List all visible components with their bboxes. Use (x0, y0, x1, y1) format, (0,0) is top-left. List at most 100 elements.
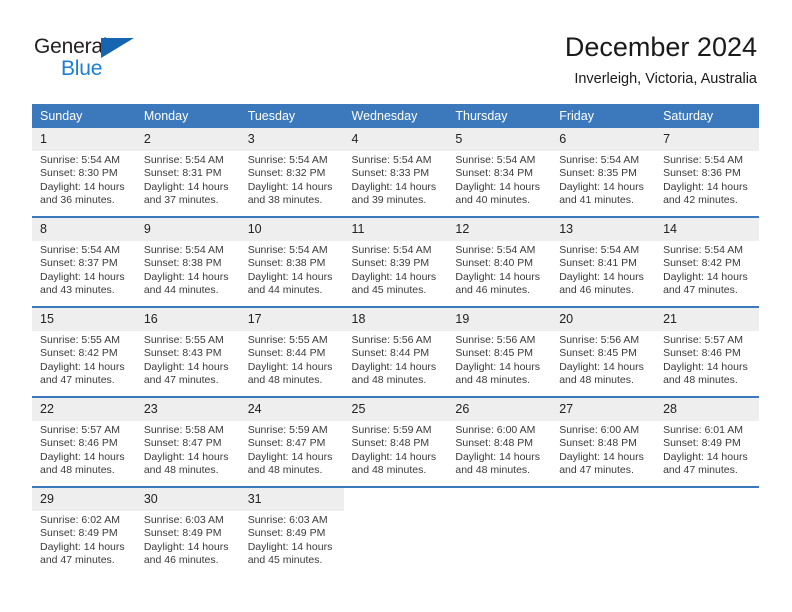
calendar-day-cell: 27 Sunrise: 6:00 AM Sunset: 8:48 PM Dayligh… (551, 396, 656, 487)
sunrise-text: Sunrise: 5:55 AM (40, 334, 120, 346)
daylight-text: Daylight: 14 hours and 47 minutes. (559, 450, 644, 477)
calendar-day-cell: 12 Sunrise: 5:54 AM Sunset: 8:40 PM Dayligh… (447, 216, 552, 307)
daylight-text: Daylight: 14 hours and 48 minutes. (559, 360, 644, 387)
day-details: Sunrise: 6:03 AM Sunset: 8:49 PM Daylight:… (240, 511, 344, 568)
sunrise-text: Sunrise: 5:54 AM (455, 244, 536, 256)
calendar-day-cell: 22 Sunrise: 5:57 AM Sunset: 8:46 PM Dayligh… (32, 396, 136, 487)
day-cell[interactable]: 4 Sunrise: 5:54 AM Sunset: 8:33 PM Daylight… (343, 128, 448, 216)
day-cell[interactable]: 24 Sunrise: 5:59 AM Sunset: 8:47 PM Dayligh… (239, 398, 344, 486)
day-cell[interactable]: 15 Sunrise: 5:55 AM Sunset: 8:42 PM Dayligh… (32, 308, 136, 396)
weekday-header-sunday: Sunday (32, 104, 136, 128)
daylight-text: Daylight: 14 hours and 48 minutes. (455, 450, 541, 477)
calendar-day-cell: 25 Sunrise: 5:59 AM Sunset: 8:48 PM Dayligh… (343, 396, 448, 487)
calendar-day-cell: 5 Sunrise: 5:54 AM Sunset: 8:34 PM Daylight… (447, 128, 552, 217)
calendar-day-cell: 8 Sunrise: 5:54 AM Sunset: 8:37 PM Daylight… (32, 216, 136, 307)
day-cell[interactable]: 1 Sunrise: 5:54 AM Sunset: 8:30 PM Daylight… (32, 128, 136, 216)
calendar-day-cell: 1 Sunrise: 5:54 AM Sunset: 8:30 PM Daylight… (32, 128, 136, 217)
daylight-text: Daylight: 14 hours and 39 minutes. (351, 180, 437, 207)
calendar-body: 1 Sunrise: 5:54 AM Sunset: 8:30 PM Daylight… (32, 128, 759, 576)
calendar-day-cell: 14 Sunrise: 5:54 AM Sunset: 8:42 PM Dayligh… (655, 216, 759, 307)
sunset-text: Sunset: 8:46 PM (663, 347, 741, 360)
day-cell[interactable]: 16 Sunrise: 5:55 AM Sunset: 8:43 PM Dayligh… (135, 308, 240, 396)
daylight-text: Daylight: 14 hours and 48 minutes. (455, 360, 541, 387)
day-cell[interactable]: 22 Sunrise: 5:57 AM Sunset: 8:46 PM Dayligh… (32, 398, 136, 486)
daylight-text: Daylight: 14 hours and 36 minutes. (40, 180, 125, 207)
calendar-day-cell (551, 486, 656, 576)
day-details: Sunrise: 5:54 AM Sunset: 8:39 PM Daylight:… (344, 241, 448, 298)
day-cell[interactable]: 2 Sunrise: 5:54 AM Sunset: 8:31 PM Daylight… (135, 128, 240, 216)
day-cell[interactable]: 27 Sunrise: 6:00 AM Sunset: 8:48 PM Dayligh… (551, 398, 656, 486)
day-cell[interactable]: 13 Sunrise: 5:54 AM Sunset: 8:41 PM Dayligh… (551, 218, 656, 306)
day-cell[interactable]: 5 Sunrise: 5:54 AM Sunset: 8:34 PM Daylight… (447, 128, 552, 216)
day-number: 14 (655, 218, 759, 241)
calendar-day-cell: 28 Sunrise: 6:01 AM Sunset: 8:49 PM Dayligh… (655, 396, 759, 487)
day-details: Sunrise: 5:56 AM Sunset: 8:45 PM Daylight:… (551, 331, 655, 388)
daylight-text: Daylight: 14 hours and 44 minutes. (143, 270, 229, 297)
sunrise-text: Sunrise: 5:58 AM (143, 424, 224, 436)
day-cell[interactable]: 9 Sunrise: 5:54 AM Sunset: 8:38 PM Daylight… (135, 218, 240, 306)
logo-text-blue: Blue (61, 57, 103, 80)
day-details: Sunrise: 6:00 AM Sunset: 8:48 PM Daylight:… (447, 421, 551, 478)
day-cell[interactable]: 6 Sunrise: 5:54 AM Sunset: 8:35 PM Daylight… (551, 128, 656, 216)
day-cell[interactable]: 21 Sunrise: 5:57 AM Sunset: 8:46 PM Dayligh… (655, 308, 759, 396)
day-number: 15 (32, 308, 136, 331)
sunset-text: Sunset: 8:43 PM (143, 347, 222, 360)
day-cell[interactable]: 30 Sunrise: 6:03 AM Sunset: 8:49 PM Dayligh… (135, 488, 240, 576)
day-details: Sunrise: 6:00 AM Sunset: 8:48 PM Daylight:… (551, 421, 655, 478)
sunrise-text: Sunrise: 5:54 AM (143, 244, 224, 256)
day-cell[interactable]: 19 Sunrise: 5:56 AM Sunset: 8:45 PM Dayligh… (447, 308, 552, 396)
day-cell[interactable]: 10 Sunrise: 5:54 AM Sunset: 8:38 PM Dayligh… (239, 218, 344, 306)
sunrise-text: Sunrise: 6:03 AM (247, 514, 328, 526)
day-cell[interactable]: 28 Sunrise: 6:01 AM Sunset: 8:49 PM Dayligh… (655, 398, 759, 486)
logo-triangle-icon (101, 38, 134, 58)
day-details: Sunrise: 5:56 AM Sunset: 8:45 PM Daylight:… (447, 331, 551, 388)
day-cell[interactable]: 29 Sunrise: 6:02 AM Sunset: 8:49 PM Dayligh… (32, 488, 136, 576)
day-cell[interactable]: 8 Sunrise: 5:54 AM Sunset: 8:37 PM Daylight… (32, 218, 136, 306)
calendar-day-cell: 21 Sunrise: 5:57 AM Sunset: 8:46 PM Dayligh… (655, 306, 759, 397)
calendar-day-cell (655, 486, 759, 576)
day-cell[interactable]: 23 Sunrise: 5:58 AM Sunset: 8:47 PM Dayligh… (135, 398, 240, 486)
calendar-week-row: 8 Sunrise: 5:54 AM Sunset: 8:37 PM Daylight… (32, 216, 759, 307)
daylight-text: Daylight: 14 hours and 48 minutes. (40, 450, 125, 477)
calendar-day-cell: 13 Sunrise: 5:54 AM Sunset: 8:41 PM Dayligh… (551, 216, 656, 307)
calendar-day-cell: 6 Sunrise: 5:54 AM Sunset: 8:35 PM Daylight… (551, 128, 656, 217)
calendar-day-cell: 24 Sunrise: 5:59 AM Sunset: 8:47 PM Dayligh… (239, 396, 344, 487)
calendar-day-cell: 19 Sunrise: 5:56 AM Sunset: 8:45 PM Dayligh… (447, 306, 552, 397)
daylight-text: Daylight: 14 hours and 48 minutes. (143, 450, 229, 477)
day-cell[interactable]: 18 Sunrise: 5:56 AM Sunset: 8:44 PM Dayligh… (343, 308, 448, 396)
day-cell[interactable]: 26 Sunrise: 6:00 AM Sunset: 8:48 PM Dayligh… (447, 398, 552, 486)
day-cell[interactable]: 7 Sunrise: 5:54 AM Sunset: 8:36 PM Daylight… (655, 128, 759, 216)
calendar-day-cell: 2 Sunrise: 5:54 AM Sunset: 8:31 PM Daylight… (135, 128, 240, 217)
sunrise-text: Sunrise: 6:01 AM (663, 424, 744, 436)
calendar-day-cell: 11 Sunrise: 5:54 AM Sunset: 8:39 PM Dayligh… (343, 216, 448, 307)
generalblue-logo[interactable]: General Blue (34, 36, 164, 82)
daylight-text: Daylight: 14 hours and 48 minutes. (663, 360, 748, 387)
day-cell[interactable]: 31 Sunrise: 6:03 AM Sunset: 8:49 PM Dayligh… (239, 488, 344, 576)
day-number: 25 (343, 398, 448, 421)
sunrise-text: Sunrise: 5:59 AM (247, 424, 328, 436)
calendar-day-cell: 23 Sunrise: 5:58 AM Sunset: 8:47 PM Dayligh… (135, 396, 240, 487)
day-details: Sunrise: 6:01 AM Sunset: 8:49 PM Daylight:… (655, 421, 759, 478)
day-number: 26 (447, 398, 552, 421)
day-cell[interactable]: 3 Sunrise: 5:54 AM Sunset: 8:32 PM Daylight… (239, 128, 344, 216)
sunrise-text: Sunrise: 5:55 AM (247, 334, 328, 346)
sunrise-text: Sunrise: 6:03 AM (143, 514, 224, 526)
day-cell[interactable]: 25 Sunrise: 5:59 AM Sunset: 8:48 PM Dayligh… (343, 398, 448, 486)
day-cell[interactable]: 17 Sunrise: 5:55 AM Sunset: 8:44 PM Dayligh… (239, 308, 344, 396)
day-number: 30 (135, 488, 240, 511)
day-number: 31 (239, 488, 344, 511)
day-cell[interactable]: 20 Sunrise: 5:56 AM Sunset: 8:45 PM Dayligh… (551, 308, 656, 396)
calendar-day-cell: 3 Sunrise: 5:54 AM Sunset: 8:32 PM Daylight… (239, 128, 344, 217)
daylight-text: Daylight: 14 hours and 38 minutes. (247, 180, 333, 207)
day-number: 16 (135, 308, 240, 331)
day-details: Sunrise: 6:03 AM Sunset: 8:49 PM Daylight:… (136, 511, 240, 568)
sunrise-text: Sunrise: 5:54 AM (663, 244, 744, 256)
day-cell[interactable]: 14 Sunrise: 5:54 AM Sunset: 8:42 PM Dayligh… (655, 218, 759, 306)
sunset-text: Sunset: 8:41 PM (559, 257, 637, 270)
sunset-text: Sunset: 8:34 PM (455, 167, 534, 180)
sunrise-text: Sunrise: 5:55 AM (143, 334, 224, 346)
day-cell-empty (655, 488, 759, 576)
day-number: 13 (551, 218, 656, 241)
day-cell[interactable]: 12 Sunrise: 5:54 AM Sunset: 8:40 PM Dayligh… (447, 218, 552, 306)
day-cell[interactable]: 11 Sunrise: 5:54 AM Sunset: 8:39 PM Dayligh… (343, 218, 448, 306)
